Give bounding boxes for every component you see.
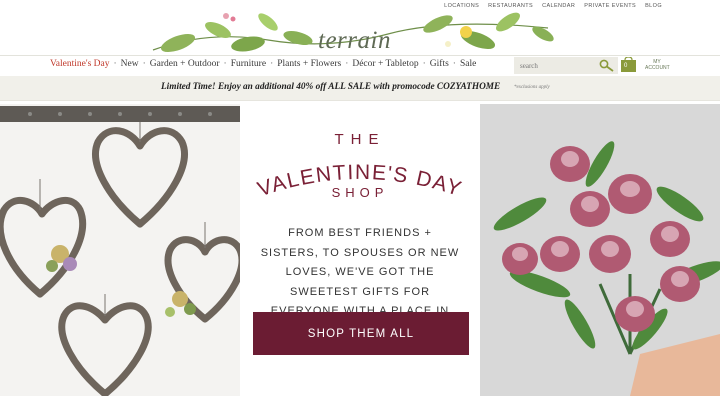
nav-item-gifts[interactable]: Gifts	[430, 59, 449, 69]
nav-separator: ·	[270, 59, 274, 69]
nav-item-plants-flowers[interactable]: Plants + Flowers	[277, 59, 341, 69]
promo-text[interactable]: Limited Time! Enjoy an additional 40% of…	[161, 82, 500, 92]
utility-link-calendar[interactable]: CALENDAR	[542, 3, 575, 9]
shop-them-all-button[interactable]: SHOP THEM ALL	[253, 312, 469, 355]
nav-separator: ·	[452, 59, 456, 69]
nav-separator: ·	[223, 59, 227, 69]
nav-item-sale[interactable]: Sale	[460, 59, 476, 69]
nav-item-decor-tabletop[interactable]: Décor + Tabletop	[352, 59, 418, 69]
my-account-link[interactable]: MY ACCOUNT	[645, 59, 670, 71]
twig-hearts-photo[interactable]	[0, 104, 240, 396]
nav-item-garden-outdoor[interactable]: Garden + Outdoor	[150, 59, 220, 69]
promo-exclusions-note: *exclusions apply	[514, 85, 550, 90]
utility-link-blog[interactable]: BLOG	[645, 3, 662, 9]
utility-link-locations[interactable]: LOCATIONS	[444, 3, 479, 9]
nav-separator: ·	[113, 59, 117, 69]
protea-bouquet-photo[interactable]	[480, 104, 720, 396]
nav-separator: ·	[345, 59, 349, 69]
nav-separator: ·	[142, 59, 146, 69]
cart-count: 0	[624, 63, 628, 69]
nav-item-furniture[interactable]: Furniture	[231, 59, 266, 69]
key-search-icon[interactable]	[599, 59, 615, 72]
search-input[interactable]	[518, 60, 602, 71]
hero-shop: SHOP	[331, 185, 389, 200]
valentines-shop-promo: THE VALENTINE'S DAY SHOP FROM BEST FRIEN…	[240, 104, 480, 396]
nav-item-new[interactable]: New	[121, 59, 139, 69]
promo-banner: Limited Time! Enjoy an additional 40% of…	[0, 76, 720, 101]
account-line-account: ACCOUNT	[645, 65, 670, 71]
nav-item-valentines-day[interactable]: Valentine's Day	[50, 59, 110, 69]
nav-separator: ·	[422, 59, 426, 69]
main-navbar: Valentine's Day · New · Garden + Outdoor…	[0, 55, 720, 77]
utility-link-restaurants[interactable]: RESTAURANTS	[488, 3, 533, 9]
search-box	[514, 57, 618, 74]
terrain-logo[interactable]: terrain	[318, 27, 391, 55]
cart-icon[interactable]	[620, 57, 637, 73]
utility-links: LOCATIONS RESTAURANTS CALENDAR PRIVATE E…	[444, 3, 662, 9]
main-nav: Valentine's Day · New · Garden + Outdoor…	[50, 59, 476, 69]
utility-link-private-events[interactable]: PRIVATE EVENTS	[584, 3, 636, 9]
